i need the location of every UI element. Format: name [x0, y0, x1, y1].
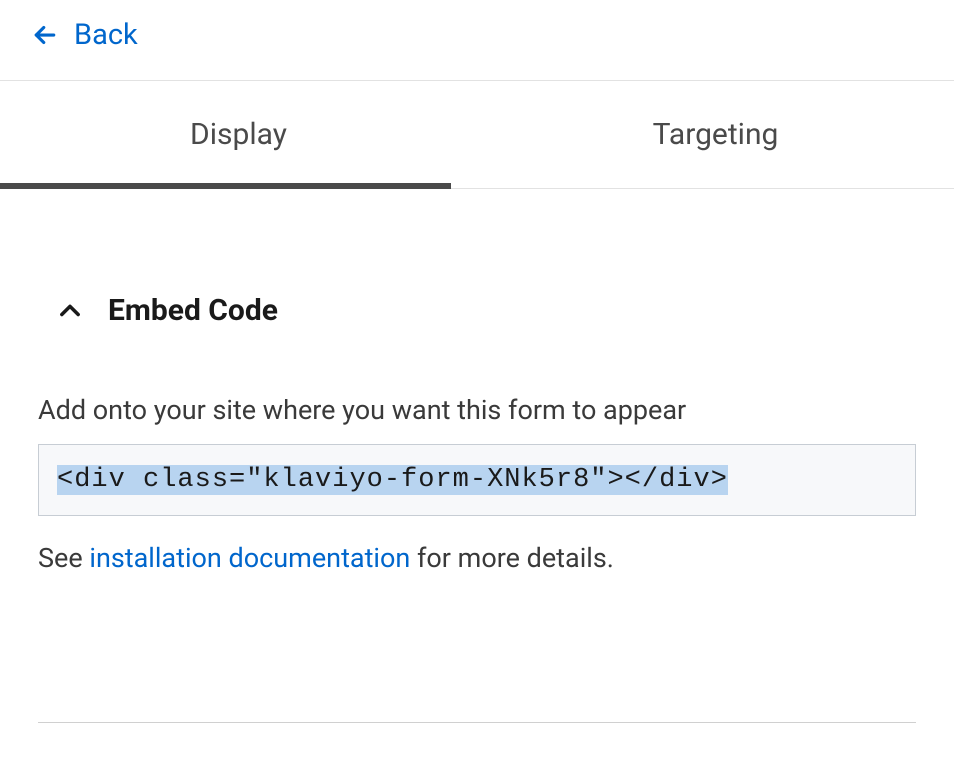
help-suffix: for more details. [410, 542, 614, 574]
back-label: Back [74, 18, 138, 52]
tab-targeting-label: Targeting [653, 117, 779, 152]
back-link[interactable]: Back [0, 0, 168, 80]
tab-display[interactable]: Display [0, 81, 477, 188]
chevron-up-icon [56, 297, 84, 325]
help-text: See installation documentation for more … [38, 542, 916, 574]
tab-targeting[interactable]: Targeting [477, 81, 954, 188]
section-divider [38, 722, 916, 723]
embed-instruction: Add onto your site where you want this f… [38, 394, 916, 426]
embed-code-box[interactable]: <div class="klaviyo-form-XNk5r8"></div> [38, 444, 916, 516]
tab-bar: Display Targeting [0, 80, 954, 189]
content-area: Embed Code Add onto your site where you … [0, 189, 954, 723]
section-title: Embed Code [108, 293, 278, 328]
section-toggle[interactable]: Embed Code [38, 293, 916, 328]
embed-code-text: <div class="klaviyo-form-XNk5r8"></div> [57, 465, 728, 495]
tab-display-label: Display [190, 117, 287, 152]
arrow-left-icon [30, 20, 60, 50]
help-prefix: See [38, 542, 89, 574]
installation-doc-link[interactable]: installation documentation [89, 542, 410, 574]
